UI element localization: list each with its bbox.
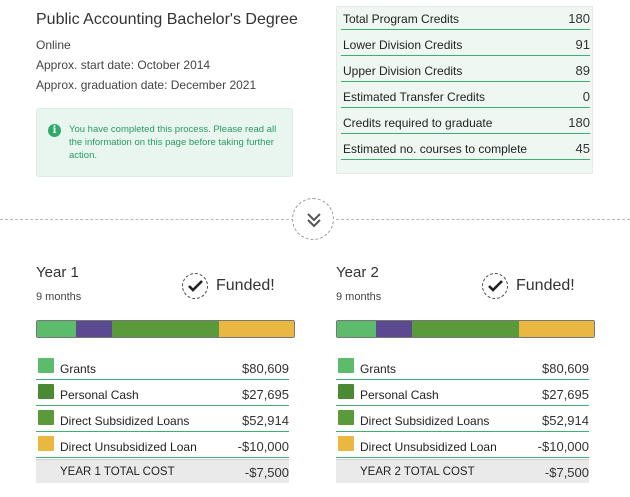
year-duration: 9 months [36,291,82,303]
legend-swatch [338,384,354,399]
legend-swatch [38,358,54,373]
total-label: YEAR 2 TOTAL COST [360,466,475,478]
funded-label: Funded! [216,277,275,294]
program-title: Public Accounting Bachelor's Degree [36,11,298,28]
funding-label: Direct Unsubsidized Loan [60,440,197,454]
funding-row-subsidized-loans: Direct Subsidized Loans $52,914 [36,410,289,432]
credit-value: 91 [575,37,590,52]
funding-value: -$10,000 [237,439,289,454]
total-value: -$7,500 [544,465,589,480]
credit-label: Lower Division Credits [343,38,463,52]
bar-segment-subsidized-loans [411,321,520,337]
year-title: Year 1 [36,264,79,281]
credit-label: Estimated no. courses to complete [343,142,528,156]
bar-segment-grants [337,321,376,337]
funding-row-unsubsidized-loan: Direct Unsubsidized Loan -$10,000 [336,436,589,458]
year-total-row: YEAR 1 TOTAL COST -$7,500 [36,459,289,483]
funding-label: Grants [60,362,97,376]
program-start-date: Approx. start date: October 2014 [36,58,211,72]
credit-label: Estimated Transfer Credits [343,90,486,104]
program-format: Online [36,38,71,52]
credit-value: 89 [575,63,590,78]
credit-label: Upper Division Credits [343,64,463,78]
legend-swatch [38,436,54,451]
funding-bar [36,320,295,338]
funding-row-subsidized-loans: Direct Subsidized Loans $52,914 [336,410,589,432]
funding-value: $27,695 [542,387,589,402]
legend-swatch [38,410,54,425]
credit-row-courses: Estimated no. courses to complete 45 [341,139,590,160]
legend-swatch [338,436,354,451]
check-circle-icon [482,273,508,299]
bar-segment-unsubsidized-loan [519,321,594,337]
expand-button[interactable] [292,198,334,240]
bar-segment-subsidized-loans [111,321,220,337]
total-value: -$7,500 [244,465,289,480]
legend-swatch [38,384,54,399]
year-total-row: YEAR 2 TOTAL COST -$7,500 [336,459,589,483]
credit-row-total-program: Total Program Credits 180 [341,9,590,30]
credits-table: Total Program Credits 180 Lower Division… [336,6,593,174]
credit-row-required: Credits required to graduate 180 [341,113,590,134]
completion-notice: i You have completed this process. Pleas… [36,108,293,177]
year-1-panel: Year 1 9 months Funded! Grants $80,609 P… [36,264,296,490]
credit-label: Total Program Credits [343,12,460,26]
credit-label: Credits required to graduate [343,116,493,130]
credit-value: 180 [568,115,590,130]
funding-label: Personal Cash [360,388,439,402]
funding-label: Direct Subsidized Loans [360,414,490,428]
funding-row-grants: Grants $80,609 [336,358,589,380]
funding-value: $80,609 [542,361,589,376]
check-circle-icon [182,273,208,299]
year-duration: 9 months [336,291,382,303]
funding-label: Personal Cash [60,388,139,402]
funding-bar [336,320,595,338]
bar-segment-unsubsidized-loan [219,321,294,337]
legend-swatch [338,410,354,425]
credit-value: 180 [568,11,590,26]
bar-segment-grants [37,321,76,337]
funding-value: $80,609 [242,361,289,376]
funding-row-personal-cash: Personal Cash $27,695 [36,384,289,406]
credit-row-upper-division: Upper Division Credits 89 [341,61,590,82]
funding-row-unsubsidized-loan: Direct Unsubsidized Loan -$10,000 [36,436,289,458]
funding-row-personal-cash: Personal Cash $27,695 [336,384,589,406]
bar-segment-personal-cash [75,321,112,337]
funding-value: -$10,000 [537,439,589,454]
program-graduation-date: Approx. graduation date: December 2021 [36,78,257,92]
funding-label: Grants [360,362,397,376]
legend-swatch [338,358,354,373]
year-title: Year 2 [336,264,379,281]
funded-status: Funded! [482,272,602,302]
funded-label: Funded! [516,277,575,294]
funding-label: Direct Unsubsidized Loan [360,440,497,454]
funding-label: Direct Subsidized Loans [60,414,190,428]
double-chevron-down-icon [307,213,321,228]
program-summary: Public Accounting Bachelor's Degree Onli… [36,10,306,92]
funding-value: $52,914 [242,413,289,428]
funding-value: $27,695 [242,387,289,402]
funding-row-grants: Grants $80,609 [36,358,289,380]
notice-text: You have completed this process. Please … [69,124,277,161]
total-label: YEAR 1 TOTAL COST [60,466,175,478]
funded-status: Funded! [182,272,302,302]
credit-value: 45 [575,141,590,156]
credit-value: 0 [582,89,590,104]
credit-row-lower-division: Lower Division Credits 91 [341,35,590,56]
credit-row-transfer: Estimated Transfer Credits 0 [341,87,590,108]
bar-segment-personal-cash [375,321,412,337]
funding-value: $52,914 [542,413,589,428]
info-icon: i [48,124,61,137]
year-2-panel: Year 2 9 months Funded! Grants $80,609 P… [336,264,596,490]
